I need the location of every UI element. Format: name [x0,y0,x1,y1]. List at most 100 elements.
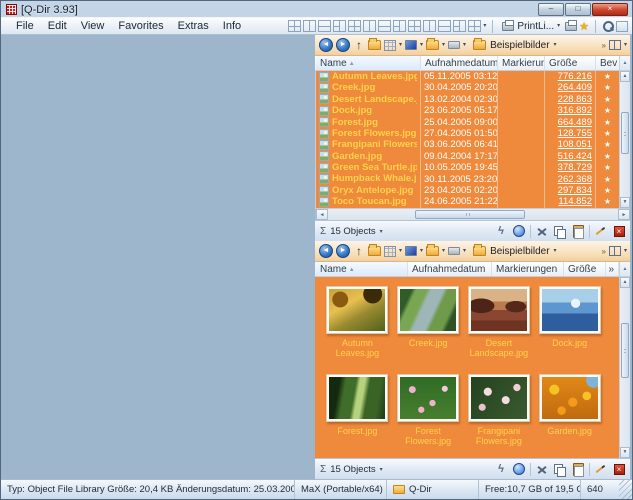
computer-menu-button[interactable] [405,40,417,50]
computer-menu-button[interactable] [405,246,417,256]
file-row[interactable]: Forest.jpg25.04.2005 09:00664.489★ [316,117,619,128]
toolbar-overflow-icon[interactable]: » [602,41,606,50]
forward-button[interactable]: ► [336,244,350,258]
title-bar[interactable]: [Q-Dir 3.93] – □ × [1,1,632,17]
thumbnail-item-autumn-leaves-jpg[interactable]: Autumn Leaves.jpg [322,281,393,369]
computer-dropdown-icon[interactable]: ▾ [420,42,423,48]
scroll-up-button[interactable]: ▲ [620,277,630,288]
forward-button[interactable]: ► [336,38,350,52]
copy-icon[interactable] [553,463,567,476]
pane-tr-object-count[interactable]: 15 Objects [330,226,375,237]
edit-icon[interactable] [594,463,608,476]
drives-menu-button[interactable] [448,247,460,255]
layout-split-2-button[interactable] [318,20,331,32]
column-header-date[interactable]: Aufnahmedatum [421,56,498,70]
column-header-size[interactable]: Größe [564,262,606,276]
back-button[interactable]: ◄ [319,244,333,258]
pane-select-dropdown-icon[interactable]: ▾ [624,42,627,48]
view-dropdown-icon[interactable]: ▾ [399,248,402,254]
scroll-track[interactable] [620,82,630,197]
layout-split-10-button[interactable] [438,20,451,32]
delete-icon[interactable]: × [614,226,625,237]
thumbnail-item-dock-jpg[interactable]: Dock.jpg [534,281,605,369]
hscroll-thumb[interactable] [415,210,525,219]
file-row[interactable]: Garden.jpg09.04.2004 17:17516.424★ [316,151,619,162]
menu-edit[interactable]: Edit [41,19,74,33]
copy-icon[interactable] [553,225,567,238]
file-row[interactable]: Green Sea Turtle.jpg10.05.2005 19:45378.… [316,162,619,173]
scroll-up-button[interactable]: ▲ [620,71,630,82]
resize-grip[interactable] [619,480,632,499]
file-row[interactable]: Dock.jpg23.06.2005 05:17316.892★ [316,105,619,116]
cut-icon[interactable] [535,463,549,476]
maximize-button[interactable]: □ [565,3,591,16]
drives-menu-button[interactable] [448,41,460,49]
layout-dropdown-icon[interactable]: ▾ [483,23,486,29]
up-button[interactable]: ↑ [353,39,365,51]
favorites-star-icon[interactable]: ★ [579,20,589,33]
pane-select-button[interactable] [609,40,621,50]
qdir-app-icon[interactable] [6,4,17,15]
back-button[interactable]: ◄ [319,38,333,52]
address-path[interactable]: Beispielbilder ▾ [469,40,561,51]
scroll-thumb[interactable] [621,112,629,154]
scroll-right-button[interactable]: ► [618,209,630,220]
menu-view[interactable]: View [74,19,112,33]
file-row[interactable]: Autumn Leaves.jpg05.11.2005 03:12776.216… [316,71,619,82]
menu-file[interactable]: File [9,19,41,33]
layout-split-5-button[interactable] [363,20,376,32]
layout-split-8-button[interactable] [408,20,421,32]
up-button[interactable]: ↑ [353,245,365,257]
scroll-track[interactable] [620,288,630,447]
object-count-dropdown-icon[interactable]: ▾ [380,466,383,473]
scroll-down-button[interactable]: ▼ [620,447,630,458]
layout-split-12-button[interactable] [468,20,481,32]
pane-select-button[interactable] [609,246,621,256]
browser-icon[interactable] [513,463,525,475]
edit-icon[interactable] [594,225,608,238]
layout-split-1-button[interactable] [303,20,316,32]
object-count-dropdown-icon[interactable]: ▾ [380,228,383,235]
delete-icon[interactable]: × [614,464,625,475]
pane-br-object-count[interactable]: 15 Objects [330,464,375,475]
header-overflow-icon[interactable]: » [606,262,619,276]
file-row[interactable]: Forest Flowers.jpg27.04.2005 01:50128.75… [316,128,619,139]
layout-split-7-button[interactable] [393,20,406,32]
file-row[interactable]: Oryx Antelope.jpg23.04.2005 02:20297.834… [316,185,619,196]
layout-split-6-button[interactable] [378,20,391,32]
column-header-tags[interactable]: Markierun... [498,56,545,70]
file-row[interactable]: Toco Toucan.jpg24.06.2005 21:22114.852★ [316,196,619,207]
browser-icon[interactable] [513,225,525,237]
favorites-folder-icon[interactable] [368,40,381,50]
print-list-button[interactable]: PrintLi... ▾ [499,21,563,32]
view-menu-button[interactable] [384,40,396,51]
search-icon[interactable] [602,20,614,32]
close-button[interactable]: × [592,3,628,16]
file-row[interactable]: Creek.jpg30.04.2005 20:20264.409★ [316,82,619,93]
status-current-path[interactable]: Q-Dir [387,480,479,499]
folders-dropdown-icon[interactable]: ▾ [442,42,445,48]
scroll-left-button[interactable]: ◄ [316,209,328,220]
folders-menu-button[interactable] [426,246,439,256]
file-row[interactable]: Frangipani Flowers.jpg03.06.2005 06:4110… [316,139,619,150]
layout-split-3-button[interactable] [333,20,346,32]
layout-split-4-button[interactable] [348,20,361,32]
pane-splitter-vertical[interactable] [1,35,315,479]
pane-tr-vscrollbar[interactable]: ▲ ▼ [619,71,630,208]
drives-dropdown-icon[interactable]: ▾ [463,42,466,48]
column-header-rating[interactable]: Bev [596,56,619,70]
column-header-tags[interactable]: Markierungen [492,262,564,276]
panel-toggle-button[interactable] [616,21,628,32]
menu-favorites[interactable]: Favorites [111,19,170,33]
hscroll-track[interactable] [328,209,618,220]
minimize-button[interactable]: – [538,3,564,16]
layout-split-11-button[interactable] [453,20,466,32]
thumbnail-item-forest-flowers-jpg[interactable]: Forest Flowers.jpg [393,369,464,457]
pane-tr-hscrollbar[interactable]: ◄ ► [316,208,630,220]
computer-dropdown-icon[interactable]: ▾ [420,248,423,254]
favorites-folder-icon[interactable] [368,246,381,256]
quick-print-button[interactable] [565,22,577,31]
paste-icon[interactable] [573,463,584,476]
thumbnail-item-forest-jpg[interactable]: Forest.jpg [322,369,393,457]
flash-icon[interactable]: ϟ [494,225,508,238]
